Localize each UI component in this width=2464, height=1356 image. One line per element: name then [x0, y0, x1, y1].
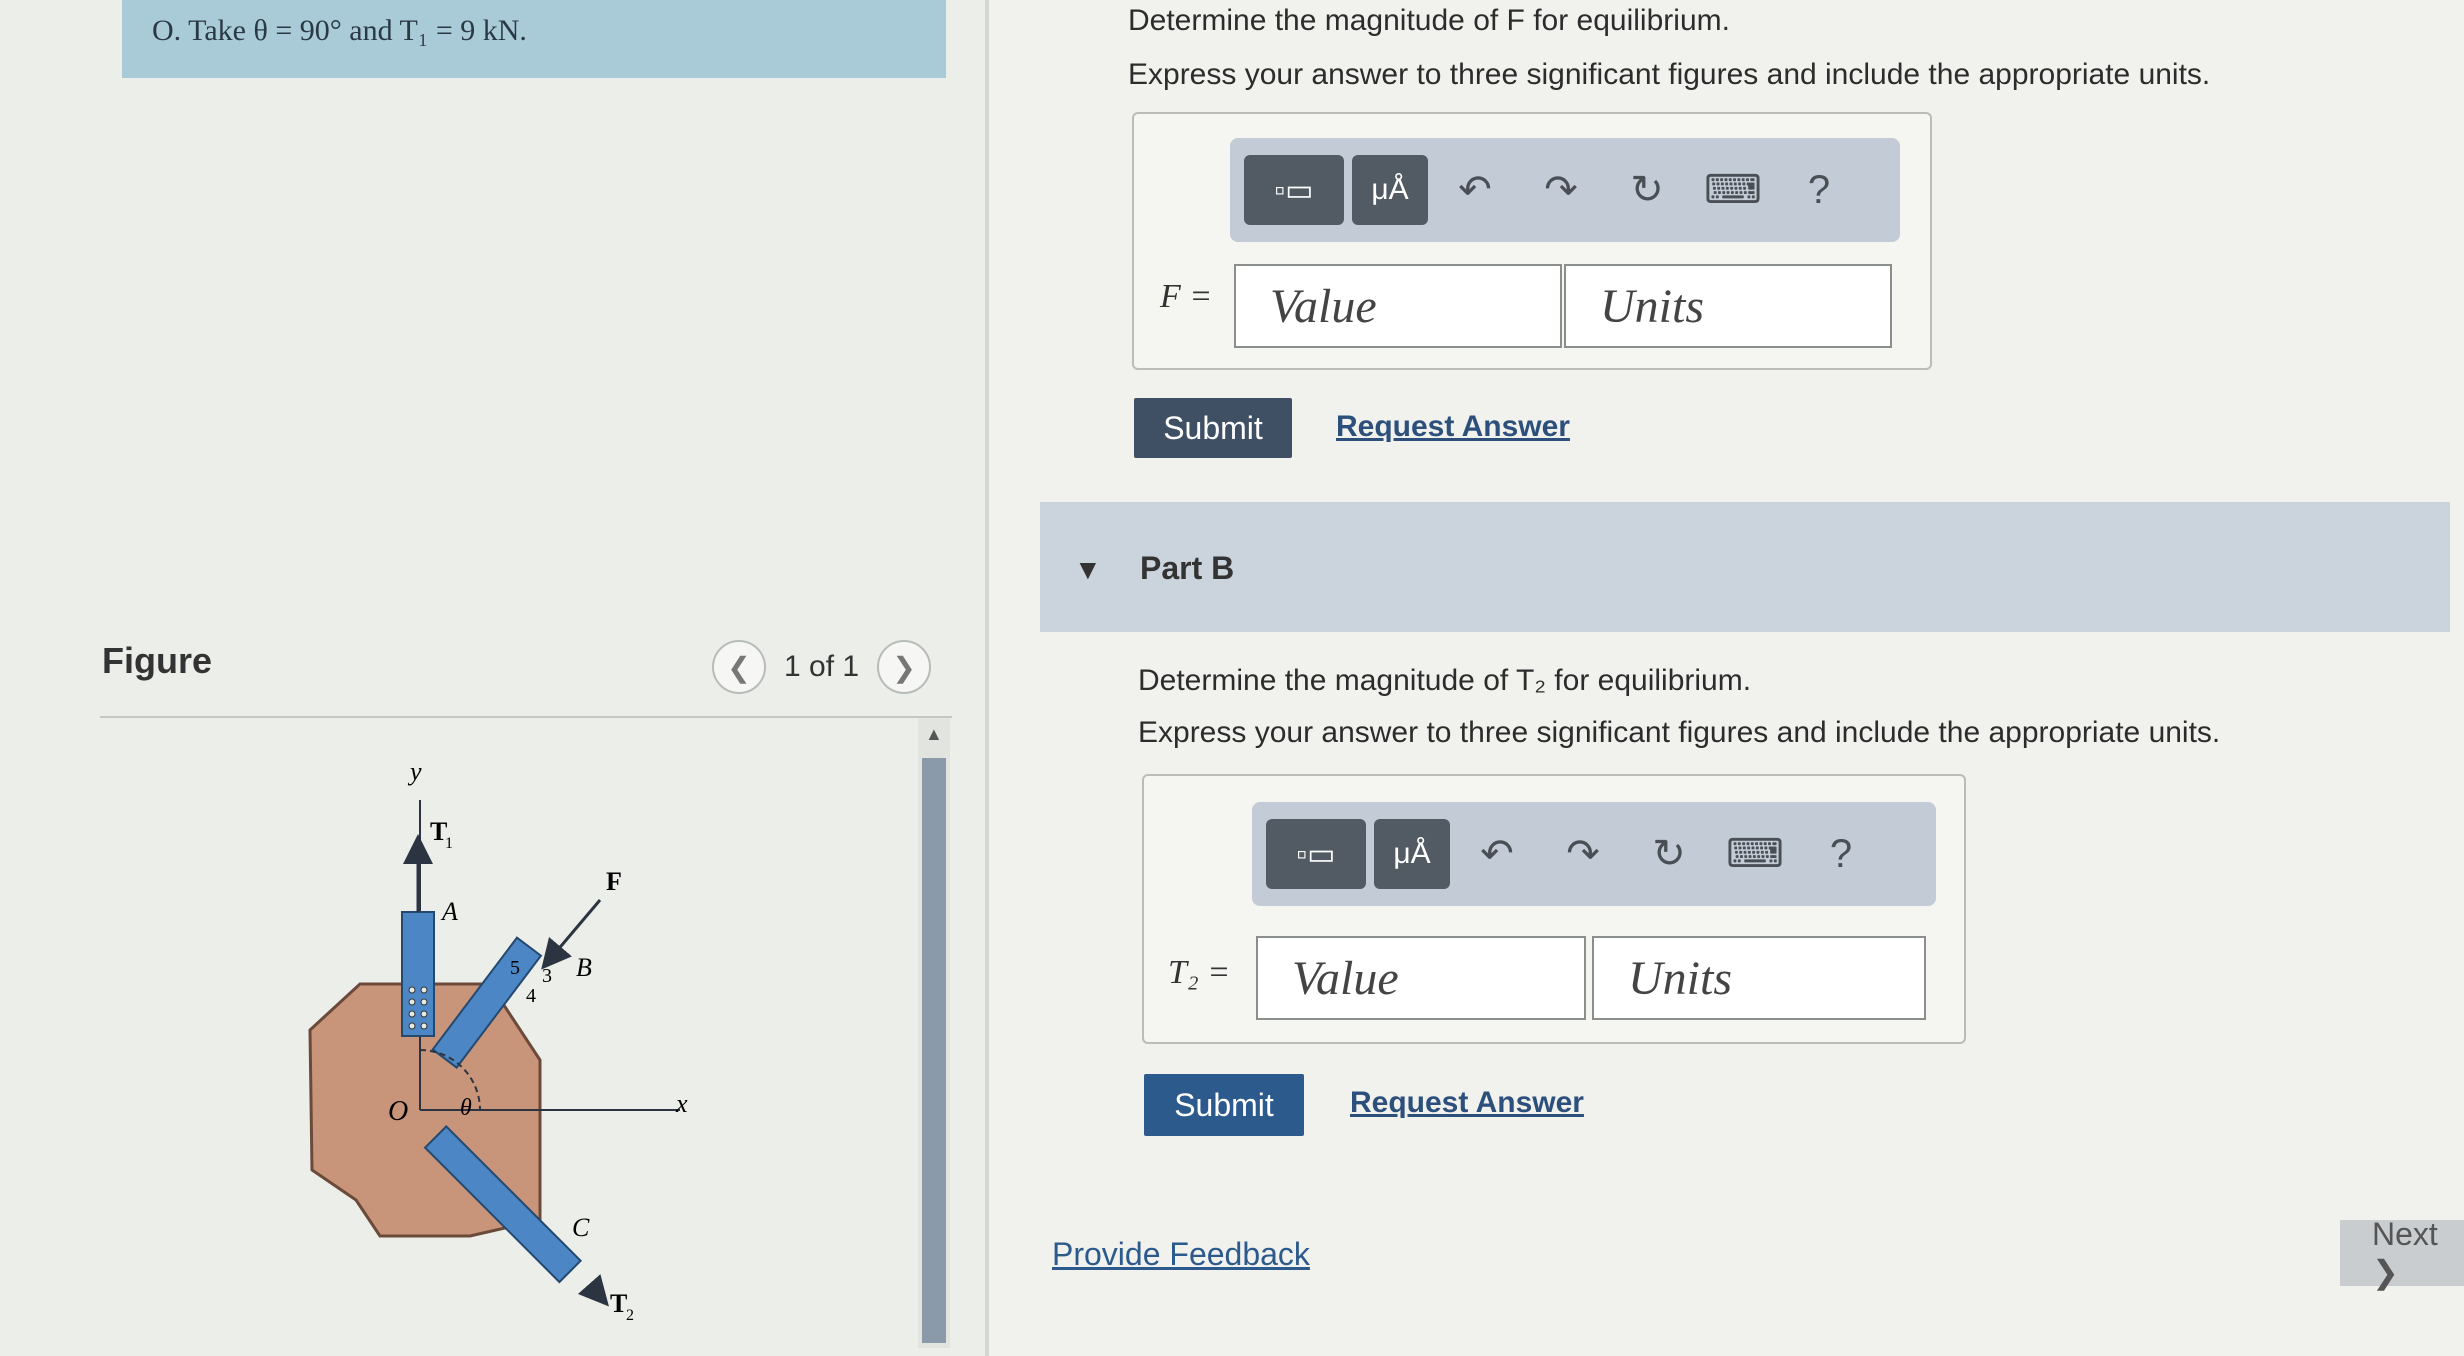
reset-icon[interactable]: ↻	[1608, 155, 1686, 225]
figure-pane: O. Take θ = 90° and T₁ = 9 kN. Figure ❮ …	[0, 0, 985, 1356]
part-a-units-input[interactable]: Units	[1564, 264, 1892, 348]
keyboard-icon[interactable]: ⌨	[1694, 155, 1772, 225]
part-b-header[interactable]: ▼ Part B	[1040, 502, 2450, 632]
units-button[interactable]: μÅ	[1374, 819, 1450, 889]
part-a-instructions: Express your answer to three significant…	[1128, 58, 2211, 91]
point-b-label: B	[576, 953, 592, 982]
figure-diagram: y T 1 A F B 5 3 4 O θ x C T 2	[308, 757, 688, 1324]
point-a-label: A	[440, 897, 458, 926]
part-b-variable-label: T₂ =	[1168, 954, 1231, 991]
keyboard-icon[interactable]: ⌨	[1716, 819, 1794, 889]
help-icon[interactable]: ?	[1780, 155, 1858, 225]
undo-icon[interactable]: ↶	[1458, 819, 1536, 889]
part-a-value-input[interactable]: Value	[1234, 264, 1562, 348]
part-a-math-toolbar: ▫▭ μÅ ↶ ↷ ↻ ⌨ ?	[1230, 138, 1900, 242]
part-b-submit-button[interactable]: Submit	[1144, 1074, 1304, 1136]
figure-page-indicator: 1 of 1	[784, 650, 860, 683]
ratio-4-label: 4	[526, 985, 536, 1007]
templates-icon[interactable]: ▫▭	[1244, 155, 1344, 225]
part-b-request-answer-link[interactable]: Request Answer	[1350, 1086, 1584, 1120]
redo-icon[interactable]: ↷	[1522, 155, 1600, 225]
ratio-5-label: 5	[510, 957, 520, 979]
part-b-answer-box: ▫▭ μÅ ↶ ↷ ↻ ⌨ ? T₂ = Value Units	[1142, 774, 1966, 1044]
chevron-left-icon[interactable]: ❮	[712, 640, 766, 694]
t2-subscript: 2	[626, 1307, 634, 1324]
provide-feedback-link[interactable]: Provide Feedback	[1052, 1236, 1310, 1273]
part-a-submit-button[interactable]: Submit	[1134, 398, 1292, 458]
collapse-caret-icon[interactable]: ▼	[1074, 554, 1102, 586]
figure-divider	[100, 716, 952, 718]
origin-label: O	[388, 1096, 408, 1127]
part-a-question: Determine the magnitude of F for equilib…	[1128, 4, 1730, 37]
part-b-question: Determine the magnitude of T₂ for equili…	[1138, 664, 1752, 697]
part-a-request-answer-link[interactable]: Request Answer	[1336, 410, 1570, 444]
reset-icon[interactable]: ↻	[1630, 819, 1708, 889]
chevron-right-icon[interactable]: ❯	[877, 640, 932, 694]
redo-icon[interactable]: ↷	[1544, 819, 1622, 889]
help-icon[interactable]: ?	[1802, 819, 1880, 889]
scrollbar-thumb[interactable]	[922, 758, 946, 1343]
next-button[interactable]: Next ❯	[2340, 1216, 2464, 1290]
templates-icon[interactable]: ▫▭	[1266, 819, 1366, 889]
undo-icon[interactable]: ↶	[1436, 155, 1514, 225]
scroll-up-icon[interactable]: ▲	[925, 724, 943, 745]
t1-subscript: 1	[445, 835, 453, 852]
point-c-label: C	[572, 1213, 590, 1242]
figure-pager: ❮ 1 of 1 ❯	[712, 640, 932, 694]
part-a-answer-box: ▫▭ μÅ ↶ ↷ ↻ ⌨ ? F = Value Units	[1132, 112, 1932, 370]
member-a	[401, 911, 435, 1037]
ratio-3-label: 3	[542, 965, 552, 987]
y-axis-label: y	[407, 757, 422, 786]
problem-statement: O. Take θ = 90° and T₁ = 9 kN.	[122, 0, 946, 78]
figure-scrollbar[interactable]: ▲	[918, 718, 950, 1348]
theta-label: θ	[460, 1095, 472, 1121]
part-b-units-input[interactable]: Units	[1592, 936, 1926, 1020]
part-b-instructions: Express your answer to three significant…	[1138, 716, 2221, 749]
units-button[interactable]: μÅ	[1352, 155, 1428, 225]
t2-label: T	[610, 1289, 627, 1318]
f-label: F	[606, 867, 622, 896]
part-b-title: Part B	[1140, 550, 1235, 586]
part-b-math-toolbar: ▫▭ μÅ ↶ ↷ ↻ ⌨ ?	[1252, 802, 1936, 906]
figure-heading: Figure	[102, 640, 213, 681]
part-a-variable-label: F =	[1160, 278, 1213, 315]
part-b-value-input[interactable]: Value	[1256, 936, 1586, 1020]
x-axis-label: x	[675, 1089, 688, 1118]
